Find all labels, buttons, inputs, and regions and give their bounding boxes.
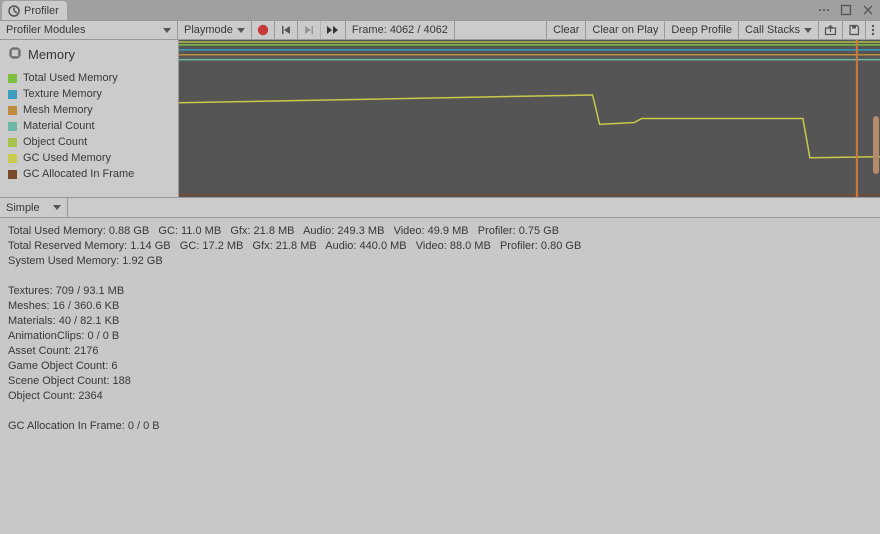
call-stacks-dropdown[interactable]: Call Stacks (739, 21, 819, 39)
legend-item[interactable]: Texture Memory (0, 86, 178, 102)
legend-item[interactable]: Object Count (0, 134, 178, 150)
window-tab-label: Profiler (24, 5, 59, 17)
window-tab-bar: Profiler (0, 0, 880, 20)
legend-label: Mesh Memory (23, 104, 93, 116)
memory-chip-icon (8, 46, 22, 63)
stat-line: Asset Count: 2176 (8, 344, 872, 359)
stat-line: GC Allocation In Frame: 0 / 0 B (8, 419, 872, 434)
context-menu-button[interactable] (866, 21, 880, 39)
details-view-dropdown[interactable]: Simple (0, 198, 68, 217)
window-menu-icon[interactable] (816, 2, 832, 18)
stat-line: Total Reserved Memory: 1.14 GB GC: 17.2 … (8, 239, 872, 254)
stat-line: Meshes: 16 / 360.6 KB (8, 299, 872, 314)
current-frame-button[interactable] (321, 21, 346, 39)
memory-details-pane: Total Used Memory: 0.88 GB GC: 11.0 MB G… (0, 218, 880, 440)
legend-swatch (8, 106, 17, 115)
module-title: Memory (28, 47, 75, 62)
legend-swatch (8, 154, 17, 163)
stat-line: System Used Memory: 1.92 GB (8, 254, 872, 269)
stat-line: Textures: 709 / 93.1 MB (8, 284, 872, 299)
legend-item[interactable]: Material Count (0, 118, 178, 134)
playmode-dropdown[interactable]: Playmode (178, 21, 252, 39)
module-stage: Memory Total Used Memory Texture Memory Me… (0, 40, 880, 198)
stat-line: Object Count: 2364 (8, 389, 872, 404)
legend-label: GC Used Memory (23, 152, 111, 164)
record-button[interactable] (252, 21, 275, 39)
legend-swatch (8, 122, 17, 131)
profiler-icon (8, 5, 20, 17)
legend-item[interactable]: Total Used Memory (0, 70, 178, 86)
details-toolbar: Simple (0, 198, 880, 218)
stat-line: Materials: 40 / 82.1 KB (8, 314, 872, 329)
graph-scroll-indicator[interactable] (873, 116, 879, 174)
module-sidebar: Memory Total Used Memory Texture Memory Me… (0, 40, 179, 197)
prev-frame-button[interactable] (275, 21, 298, 39)
legend-label: Object Count (23, 136, 87, 148)
save-button[interactable] (843, 21, 866, 39)
frame-readout: Frame: 4062 / 4062 (346, 21, 455, 39)
load-button[interactable] (819, 21, 843, 39)
legend-label: Texture Memory (23, 88, 102, 100)
maximize-icon[interactable] (838, 2, 854, 18)
window-tab-profiler[interactable]: Profiler (2, 1, 67, 20)
close-icon[interactable] (860, 2, 876, 18)
stat-line: AnimationClips: 0 / 0 B (8, 329, 872, 344)
toolbar: Profiler Modules Playmode Frame: 4062 / … (0, 20, 880, 40)
details-view-label: Simple (6, 202, 40, 214)
legend-label: GC Allocated In Frame (23, 168, 134, 180)
memory-graph[interactable] (179, 40, 880, 197)
toolbar-spacer (455, 21, 547, 39)
stat-line: Total Used Memory: 0.88 GB GC: 11.0 MB G… (8, 224, 872, 239)
profiler-modules-label: Profiler Modules (6, 24, 85, 36)
legend-swatch (8, 74, 17, 83)
module-header[interactable]: Memory (0, 40, 178, 68)
legend-item[interactable]: GC Used Memory (0, 150, 178, 166)
clear-on-play-button[interactable]: Clear on Play (586, 21, 665, 39)
deep-profile-button[interactable]: Deep Profile (665, 21, 739, 39)
profiler-modules-dropdown[interactable]: Profiler Modules (0, 21, 178, 39)
legend-item[interactable]: GC Allocated In Frame (0, 166, 178, 182)
module-legend: Total Used Memory Texture Memory Mesh Memo… (0, 68, 178, 186)
playmode-label: Playmode (184, 24, 233, 36)
legend-swatch (8, 90, 17, 99)
next-frame-button[interactable] (298, 21, 321, 39)
chart-series-line (179, 95, 880, 158)
stat-line: Game Object Count: 6 (8, 359, 872, 374)
legend-label: Material Count (23, 120, 95, 132)
legend-swatch (8, 138, 17, 147)
legend-label: Total Used Memory (23, 72, 118, 84)
legend-item[interactable]: Mesh Memory (0, 102, 178, 118)
clear-button[interactable]: Clear (547, 21, 586, 39)
stat-line: Scene Object Count: 188 (8, 374, 872, 389)
legend-swatch (8, 170, 17, 179)
